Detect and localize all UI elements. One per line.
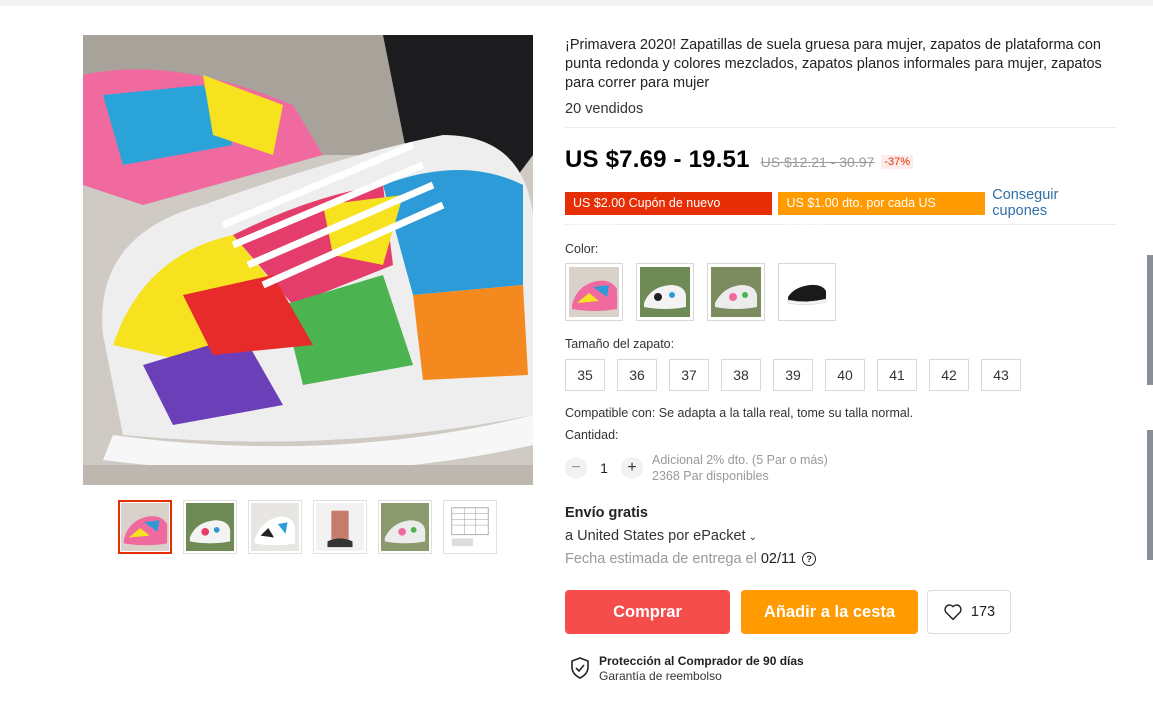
size-option[interactable]: 37: [669, 359, 709, 391]
chevron-down-icon: ⌄: [748, 532, 757, 543]
shipping-destination: a United States por ePacket: [565, 528, 746, 544]
quantity-info: Adicional 2% dto. (5 Par o más) 2368 Par…: [652, 452, 828, 484]
side-recommendation-image[interactable]: [1147, 430, 1153, 560]
shipping-title: Envío gratis: [565, 505, 648, 521]
sold-count: 20 vendidos: [565, 101, 644, 117]
size-option[interactable]: 40: [825, 359, 865, 391]
color-options: [565, 263, 1117, 321]
thumbnail-3[interactable]: [248, 500, 302, 554]
divider: [565, 127, 1117, 128]
size-option[interactable]: 42: [929, 359, 969, 391]
add-to-cart-button[interactable]: Añadir a la cesta: [741, 590, 918, 634]
quantity-label: Cantidad:: [565, 428, 619, 442]
price-row: US $7.69 - 19.51 US $12.21 - 30.97 -37%: [565, 146, 1117, 174]
quantity-decrease-button[interactable]: −: [565, 457, 587, 479]
size-label: Tamaño del zapato:: [565, 337, 675, 351]
size-option[interactable]: 36: [617, 359, 657, 391]
new-user-coupon[interactable]: US $2.00 Cupón de nuevo usuario: [565, 191, 773, 233]
thumbnail-size-chart[interactable]: [443, 500, 497, 554]
divider: [565, 224, 1117, 225]
quantity-input[interactable]: 1: [587, 460, 621, 476]
quantity-stepper: − 1 + Adicional 2% dto. (5 Par o más) 23…: [565, 452, 1117, 484]
size-options: 35 36 37 38 39 40 41 42 43: [565, 359, 1117, 391]
top-bar: [0, 0, 1153, 6]
heart-icon: [944, 604, 962, 621]
quantity-increase-button[interactable]: +: [621, 457, 643, 479]
buy-now-button[interactable]: Comprar: [565, 590, 730, 634]
side-recommendation-image[interactable]: [1147, 255, 1153, 385]
thumbnail-strip: [118, 500, 497, 554]
original-price: US $12.21 - 30.97: [760, 154, 875, 170]
help-icon[interactable]: ?: [802, 552, 817, 566]
get-coupons-link[interactable]: Conseguir cupones: [992, 187, 1117, 219]
purchase-actions: Comprar Añadir a la cesta 173: [565, 590, 1117, 634]
color-option-colorful-graffiti[interactable]: [565, 263, 623, 321]
shield-check-icon: [571, 657, 589, 679]
store-coupon[interactable]: US $1.00 dto. por cada US $18.00: [778, 191, 986, 233]
buyer-protection: Protección al Comprador de 90 días Garan…: [570, 654, 1117, 683]
color-label: Color:: [565, 242, 599, 256]
bulk-discount-text: Adicional 2% dto. (5 Par o más): [652, 453, 828, 467]
size-option[interactable]: 35: [565, 359, 605, 391]
thumbnail-1[interactable]: [118, 500, 172, 554]
stock-available: 2368 Par disponibles: [652, 469, 769, 483]
size-option[interactable]: 43: [981, 359, 1021, 391]
delivery-date: 02/11: [760, 551, 797, 567]
wishlist-count: 173: [970, 604, 996, 620]
product-info: ¡Primavera 2020! Zapatillas de suela gru…: [565, 36, 1117, 683]
size-option[interactable]: 39: [773, 359, 813, 391]
thumbnail-2[interactable]: [183, 500, 237, 554]
coupon-row: US $2.00 Cupón de nuevo usuario US $1.00…: [565, 187, 1117, 233]
current-price: US $7.69 - 19.51: [565, 146, 750, 173]
buyer-protection-subtitle: Garantía de reembolso: [599, 669, 722, 683]
size-option[interactable]: 41: [877, 359, 917, 391]
wishlist-button[interactable]: 173: [927, 590, 1011, 634]
delivery-estimate: Fecha estimada de entrega el 02/11 ?: [565, 551, 1117, 567]
buyer-protection-title: Protección al Comprador de 90 días: [599, 654, 804, 668]
size-option[interactable]: 38: [721, 359, 761, 391]
main-product-image[interactable]: [83, 35, 533, 485]
color-option-black-mesh[interactable]: [778, 263, 836, 321]
thumbnail-4[interactable]: [313, 500, 367, 554]
product-title: ¡Primavera 2020! Zapatillas de suela gru…: [565, 37, 1102, 91]
delivery-label: Fecha estimada de entrega el: [565, 551, 757, 567]
shipping-destination-selector[interactable]: a United States por ePacket ⌄: [565, 528, 1117, 544]
buyer-protection-text: Protección al Comprador de 90 días Garan…: [599, 654, 804, 683]
color-option-white-graffiti[interactable]: [636, 263, 694, 321]
thumbnail-5[interactable]: [378, 500, 432, 554]
size-compatibility: Compatible con: Se adapta a la talla rea…: [565, 406, 914, 420]
discount-badge: -37%: [881, 155, 913, 169]
color-option-floral-pattern[interactable]: [707, 263, 765, 321]
